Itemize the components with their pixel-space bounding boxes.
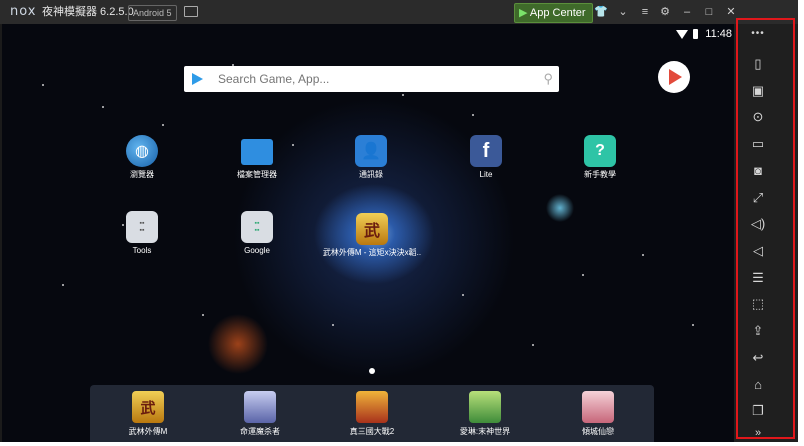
search-input[interactable] bbox=[218, 66, 518, 92]
app-browser[interactable]: ◍ 瀏覽器 bbox=[107, 135, 177, 180]
apk-install-icon[interactable]: ⇪ bbox=[747, 322, 769, 340]
app-label: Tools bbox=[132, 246, 152, 255]
minimize-icon[interactable]: – bbox=[680, 4, 694, 20]
app-label: 通訊錄 bbox=[359, 170, 383, 179]
dock-app-label: 傾城仙戀 bbox=[582, 427, 614, 436]
app-center-label: App Center bbox=[529, 7, 586, 19]
game-icon bbox=[582, 391, 614, 423]
wu-icon: 武 bbox=[132, 391, 164, 423]
expand-icon[interactable]: » bbox=[747, 424, 769, 442]
app-label: Lite bbox=[479, 170, 493, 179]
back-icon[interactable]: ↩ bbox=[747, 349, 769, 367]
game-icon bbox=[469, 391, 501, 423]
app-wulin[interactable]: 武 武林外傳M - 這矩x決決x韜.. bbox=[322, 213, 422, 258]
folder-icon: ▪▪ ▪▪ bbox=[126, 211, 158, 243]
folder-icon bbox=[241, 139, 273, 165]
search-bar[interactable]: ⚲ bbox=[184, 66, 559, 92]
contacts-icon: 👤 bbox=[355, 135, 387, 167]
more-button[interactable]: ••• bbox=[747, 25, 769, 43]
dock-app[interactable]: 傾城仙戀 bbox=[558, 391, 638, 437]
dock-app[interactable]: 真三國大戰2 bbox=[332, 391, 412, 437]
dock-app-label: 命運魔杀者 bbox=[240, 427, 280, 436]
play-store-button[interactable] bbox=[658, 61, 690, 93]
phone-shake-icon[interactable]: ▯ bbox=[747, 55, 769, 73]
location-icon[interactable]: ⊙ bbox=[747, 108, 769, 126]
screenshot-icon[interactable]: ◙ bbox=[747, 162, 769, 180]
dock-app[interactable]: 愛琳:末神世界 bbox=[445, 391, 525, 437]
fullscreen-icon[interactable]: ⤢ bbox=[747, 189, 769, 207]
play-store-icon bbox=[192, 73, 203, 85]
globe-icon: ◍ bbox=[126, 135, 158, 167]
play-icon: ▶ bbox=[519, 7, 528, 19]
app-center-button[interactable]: ▶ App Center bbox=[514, 3, 593, 23]
app-tutorial[interactable]: ? 新手教學 bbox=[565, 135, 635, 180]
dock-app-label: 武林外傳M bbox=[128, 427, 168, 436]
app-facebook-lite[interactable]: f Lite bbox=[451, 135, 521, 180]
nox-logo: nox bbox=[10, 4, 37, 19]
chevron-down-icon[interactable]: ⌄ bbox=[616, 4, 630, 20]
window-title: 夜神模擬器 6.2.5.0 bbox=[42, 6, 134, 18]
settings-icon[interactable]: ⚙ bbox=[658, 4, 672, 20]
screenshot-icon[interactable] bbox=[184, 6, 198, 17]
shirt-icon[interactable]: 👕 bbox=[594, 4, 608, 20]
search-icon[interactable]: ⚲ bbox=[543, 71, 553, 87]
maximize-icon[interactable]: □ bbox=[702, 4, 716, 20]
android-version-badge: Android 5 bbox=[128, 5, 177, 21]
menu-icon[interactable]: ≡ bbox=[638, 4, 652, 20]
robot-icon[interactable]: ▣ bbox=[747, 82, 769, 100]
title-bar: nox 夜神模擬器 6.2.5.0 Android 5 ▶ App Center… bbox=[0, 0, 798, 24]
battery-icon bbox=[693, 29, 698, 39]
folder-google[interactable]: ▪▪ ▪▪ Google bbox=[222, 211, 292, 256]
volume-up-icon[interactable]: ◁) bbox=[747, 215, 769, 233]
macro-icon[interactable]: ⬚ bbox=[747, 295, 769, 313]
status-bar: 11:48 bbox=[632, 24, 734, 44]
game-icon bbox=[244, 391, 276, 423]
app-label: 武林外傳M - 這矩x決決x韜.. bbox=[322, 248, 422, 257]
app-file-manager[interactable]: 檔案管理器 bbox=[222, 135, 292, 180]
page-indicator bbox=[369, 368, 375, 374]
volume-down-icon[interactable]: ◁ bbox=[747, 242, 769, 260]
app-label: 瀏覽器 bbox=[130, 170, 154, 179]
dock-app-label: 愛琳:末神世界 bbox=[459, 427, 511, 436]
game-icon bbox=[356, 391, 388, 423]
play-store-icon bbox=[669, 69, 682, 85]
folder-icon: ▪▪ ▪▪ bbox=[241, 211, 273, 243]
help-icon: ? bbox=[584, 135, 616, 167]
app-label: 檔案管理器 bbox=[237, 170, 277, 179]
dock-app[interactable]: 命運魔杀者 bbox=[220, 391, 300, 437]
folder-tools[interactable]: ▪▪ ▪▪ Tools bbox=[107, 211, 177, 256]
keyboard-icon[interactable]: ▭ bbox=[747, 135, 769, 153]
app-label: 新手教學 bbox=[584, 170, 616, 179]
dock-app-label: 真三國大戰2 bbox=[349, 427, 395, 436]
multi-instance-icon[interactable]: ☰ bbox=[747, 269, 769, 287]
emulator-window: nox 夜神模擬器 6.2.5.0 Android 5 ▶ App Center… bbox=[0, 0, 798, 442]
facebook-icon: f bbox=[470, 135, 502, 167]
recent-apps-icon[interactable]: ❐ bbox=[747, 402, 769, 420]
android-screen[interactable]: 11:48 ⚲ ◍ 瀏覽器 檔案管理器 👤 通訊錄 f Lite ? bbox=[2, 24, 734, 442]
dock: 武 武林外傳M 命運魔杀者 真三國大戰2 愛琳:末神世界 傾城仙戀 bbox=[90, 385, 654, 442]
wifi-icon bbox=[676, 30, 688, 39]
home-icon[interactable]: ⌂ bbox=[747, 376, 769, 394]
wu-icon: 武 bbox=[356, 213, 388, 245]
app-contacts[interactable]: 👤 通訊錄 bbox=[336, 135, 406, 180]
dock-app[interactable]: 武 武林外傳M bbox=[108, 391, 188, 437]
app-label: Google bbox=[244, 246, 270, 255]
status-time: 11:48 bbox=[705, 28, 732, 40]
